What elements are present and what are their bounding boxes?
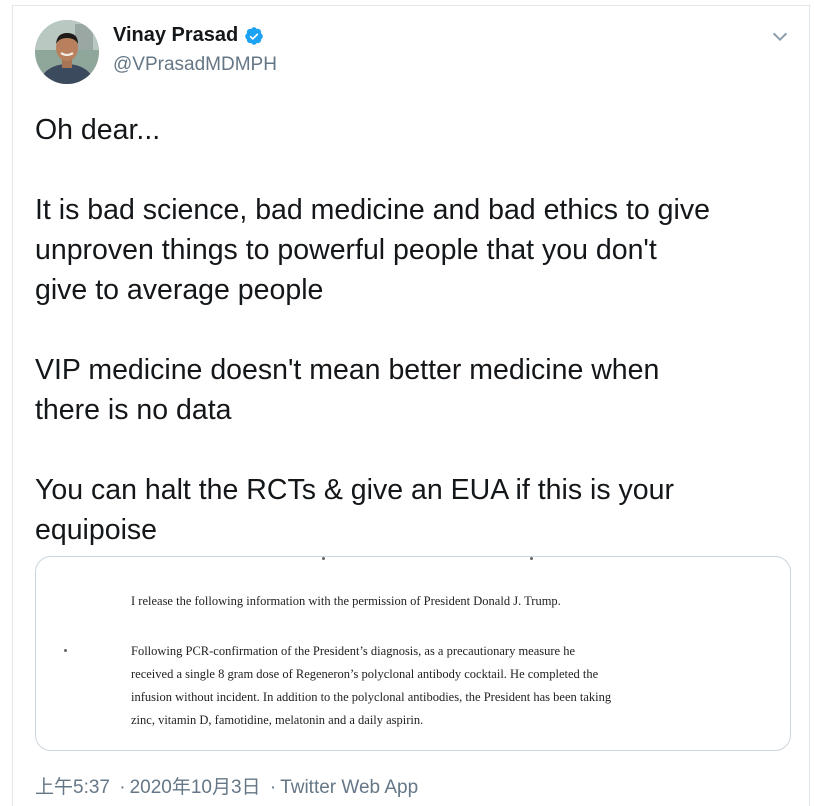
document-line: infusion without incident. In addition t…	[131, 690, 612, 704]
document-line: received a single 8 gram dose of Regener…	[131, 667, 599, 681]
tweet-card[interactable]: Vinay Prasad @VPrasadMDMPH Oh dear... It…	[12, 5, 810, 806]
separator: ·	[119, 777, 126, 798]
author-name[interactable]: Vinay Prasad	[113, 24, 238, 47]
tweet-time[interactable]: 上午5:37	[35, 777, 110, 798]
scan-mark	[322, 557, 325, 560]
document-paragraph: Following PCR-confirmation of the Presid…	[131, 640, 611, 732]
tweet-paragraph: It is bad science, bad medicine and bad …	[35, 194, 710, 306]
tweet-source[interactable]: Twitter Web App	[280, 777, 418, 798]
document-line: zinc, vitamin D, famotidine, melatonin a…	[131, 713, 424, 727]
tweet-paragraph: You can halt the RCTs & give an EUA if t…	[35, 474, 674, 546]
tweet-date[interactable]: 2020年10月3日	[130, 777, 261, 798]
scan-mark	[64, 649, 67, 652]
document-line: Following PCR-confirmation of the Presid…	[131, 644, 576, 658]
avatar-image	[35, 20, 99, 84]
avatar[interactable]	[35, 20, 99, 84]
verified-badge-icon	[245, 26, 264, 45]
chevron-down-icon[interactable]	[769, 26, 791, 48]
tweet-paragraph: VIP medicine doesn't mean better medicin…	[35, 354, 660, 426]
document-line: I release the following information with…	[131, 594, 561, 608]
tweet-text: Oh dear... It is bad science, bad medici…	[35, 110, 795, 550]
scan-mark	[530, 557, 533, 560]
tweet-image[interactable]: I release the following information with…	[35, 556, 791, 751]
separator: ·	[269, 777, 277, 798]
tweet-paragraph: Oh dear...	[35, 114, 161, 146]
tweet-meta: 上午5:37 · 2020年10月3日 · Twitter Web App	[35, 772, 418, 799]
author-handle[interactable]: @VPrasadMDMPH	[113, 54, 277, 76]
